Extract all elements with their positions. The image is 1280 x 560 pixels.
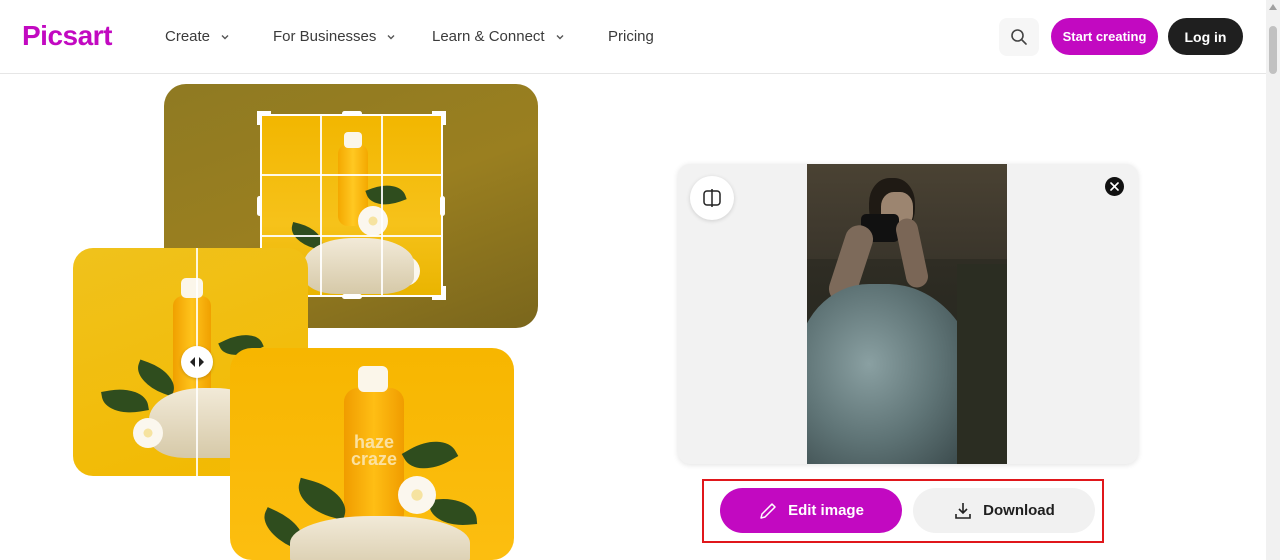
pencil-icon xyxy=(760,502,776,519)
chevron-down-icon xyxy=(221,34,229,39)
nav-for-businesses-label: For Businesses xyxy=(273,28,377,45)
preview-photo xyxy=(807,164,1007,464)
crop-edge-handle[interactable] xyxy=(257,196,262,216)
nav-create-label: Create xyxy=(165,28,211,45)
start-creating-button[interactable]: Start creating xyxy=(1051,18,1158,55)
photo-couch xyxy=(957,264,1007,464)
search-icon xyxy=(1011,29,1027,45)
collage-product-card: haze craze xyxy=(230,348,514,560)
scroll-up-arrow-icon[interactable] xyxy=(1269,4,1277,10)
bottle-label-line2: craze xyxy=(350,449,398,469)
close-button[interactable] xyxy=(1105,177,1124,196)
top-nav: Picsart Create For Businesses Learn & Co… xyxy=(0,0,1266,74)
crop-corner-handle[interactable] xyxy=(432,286,446,300)
download-icon xyxy=(955,502,971,519)
crop-corner-handle[interactable] xyxy=(432,111,446,125)
crop-edge-handle[interactable] xyxy=(440,196,445,216)
flower-image xyxy=(398,476,436,514)
compare-button[interactable] xyxy=(690,176,734,220)
download-button[interactable]: Download xyxy=(913,488,1095,533)
leaf-image xyxy=(293,477,351,521)
edit-image-label: Edit image xyxy=(788,502,864,519)
photo-blanket xyxy=(807,284,977,464)
log-in-button[interactable]: Log in xyxy=(1168,18,1243,55)
search-button[interactable] xyxy=(999,18,1039,56)
chevron-down-icon xyxy=(387,34,395,39)
nav-pricing-label: Pricing xyxy=(608,28,654,45)
download-label: Download xyxy=(983,502,1055,519)
left-right-arrows-icon xyxy=(190,357,204,367)
crop-corner-handle[interactable] xyxy=(257,111,271,125)
nav-learn-connect[interactable]: Learn & Connect xyxy=(432,28,565,45)
nav-create[interactable]: Create xyxy=(165,28,230,45)
leaf-image xyxy=(401,430,459,480)
edit-image-button[interactable]: Edit image xyxy=(720,488,902,533)
before-after-slider-handle[interactable] xyxy=(181,346,213,378)
bottle-cap xyxy=(358,366,388,392)
leaf-image xyxy=(101,384,149,418)
rock-image xyxy=(290,516,470,560)
scrollbar-thumb[interactable] xyxy=(1269,26,1277,74)
picsart-logo[interactable]: Picsart xyxy=(22,20,112,52)
bottle-cap xyxy=(181,278,203,298)
page-scrollbar[interactable] xyxy=(1266,0,1280,560)
compare-icon xyxy=(703,189,721,207)
flower-image xyxy=(133,418,163,448)
nav-learn-connect-label: Learn & Connect xyxy=(432,28,545,45)
nav-pricing[interactable]: Pricing xyxy=(608,28,654,45)
bottle-label-text: haze craze xyxy=(344,433,404,469)
nav-for-businesses[interactable]: For Businesses xyxy=(273,28,396,45)
crop-edge-handle[interactable] xyxy=(342,111,362,116)
crop-edge-handle[interactable] xyxy=(342,294,362,299)
chevron-down-icon xyxy=(556,34,564,39)
close-icon xyxy=(1110,182,1119,191)
